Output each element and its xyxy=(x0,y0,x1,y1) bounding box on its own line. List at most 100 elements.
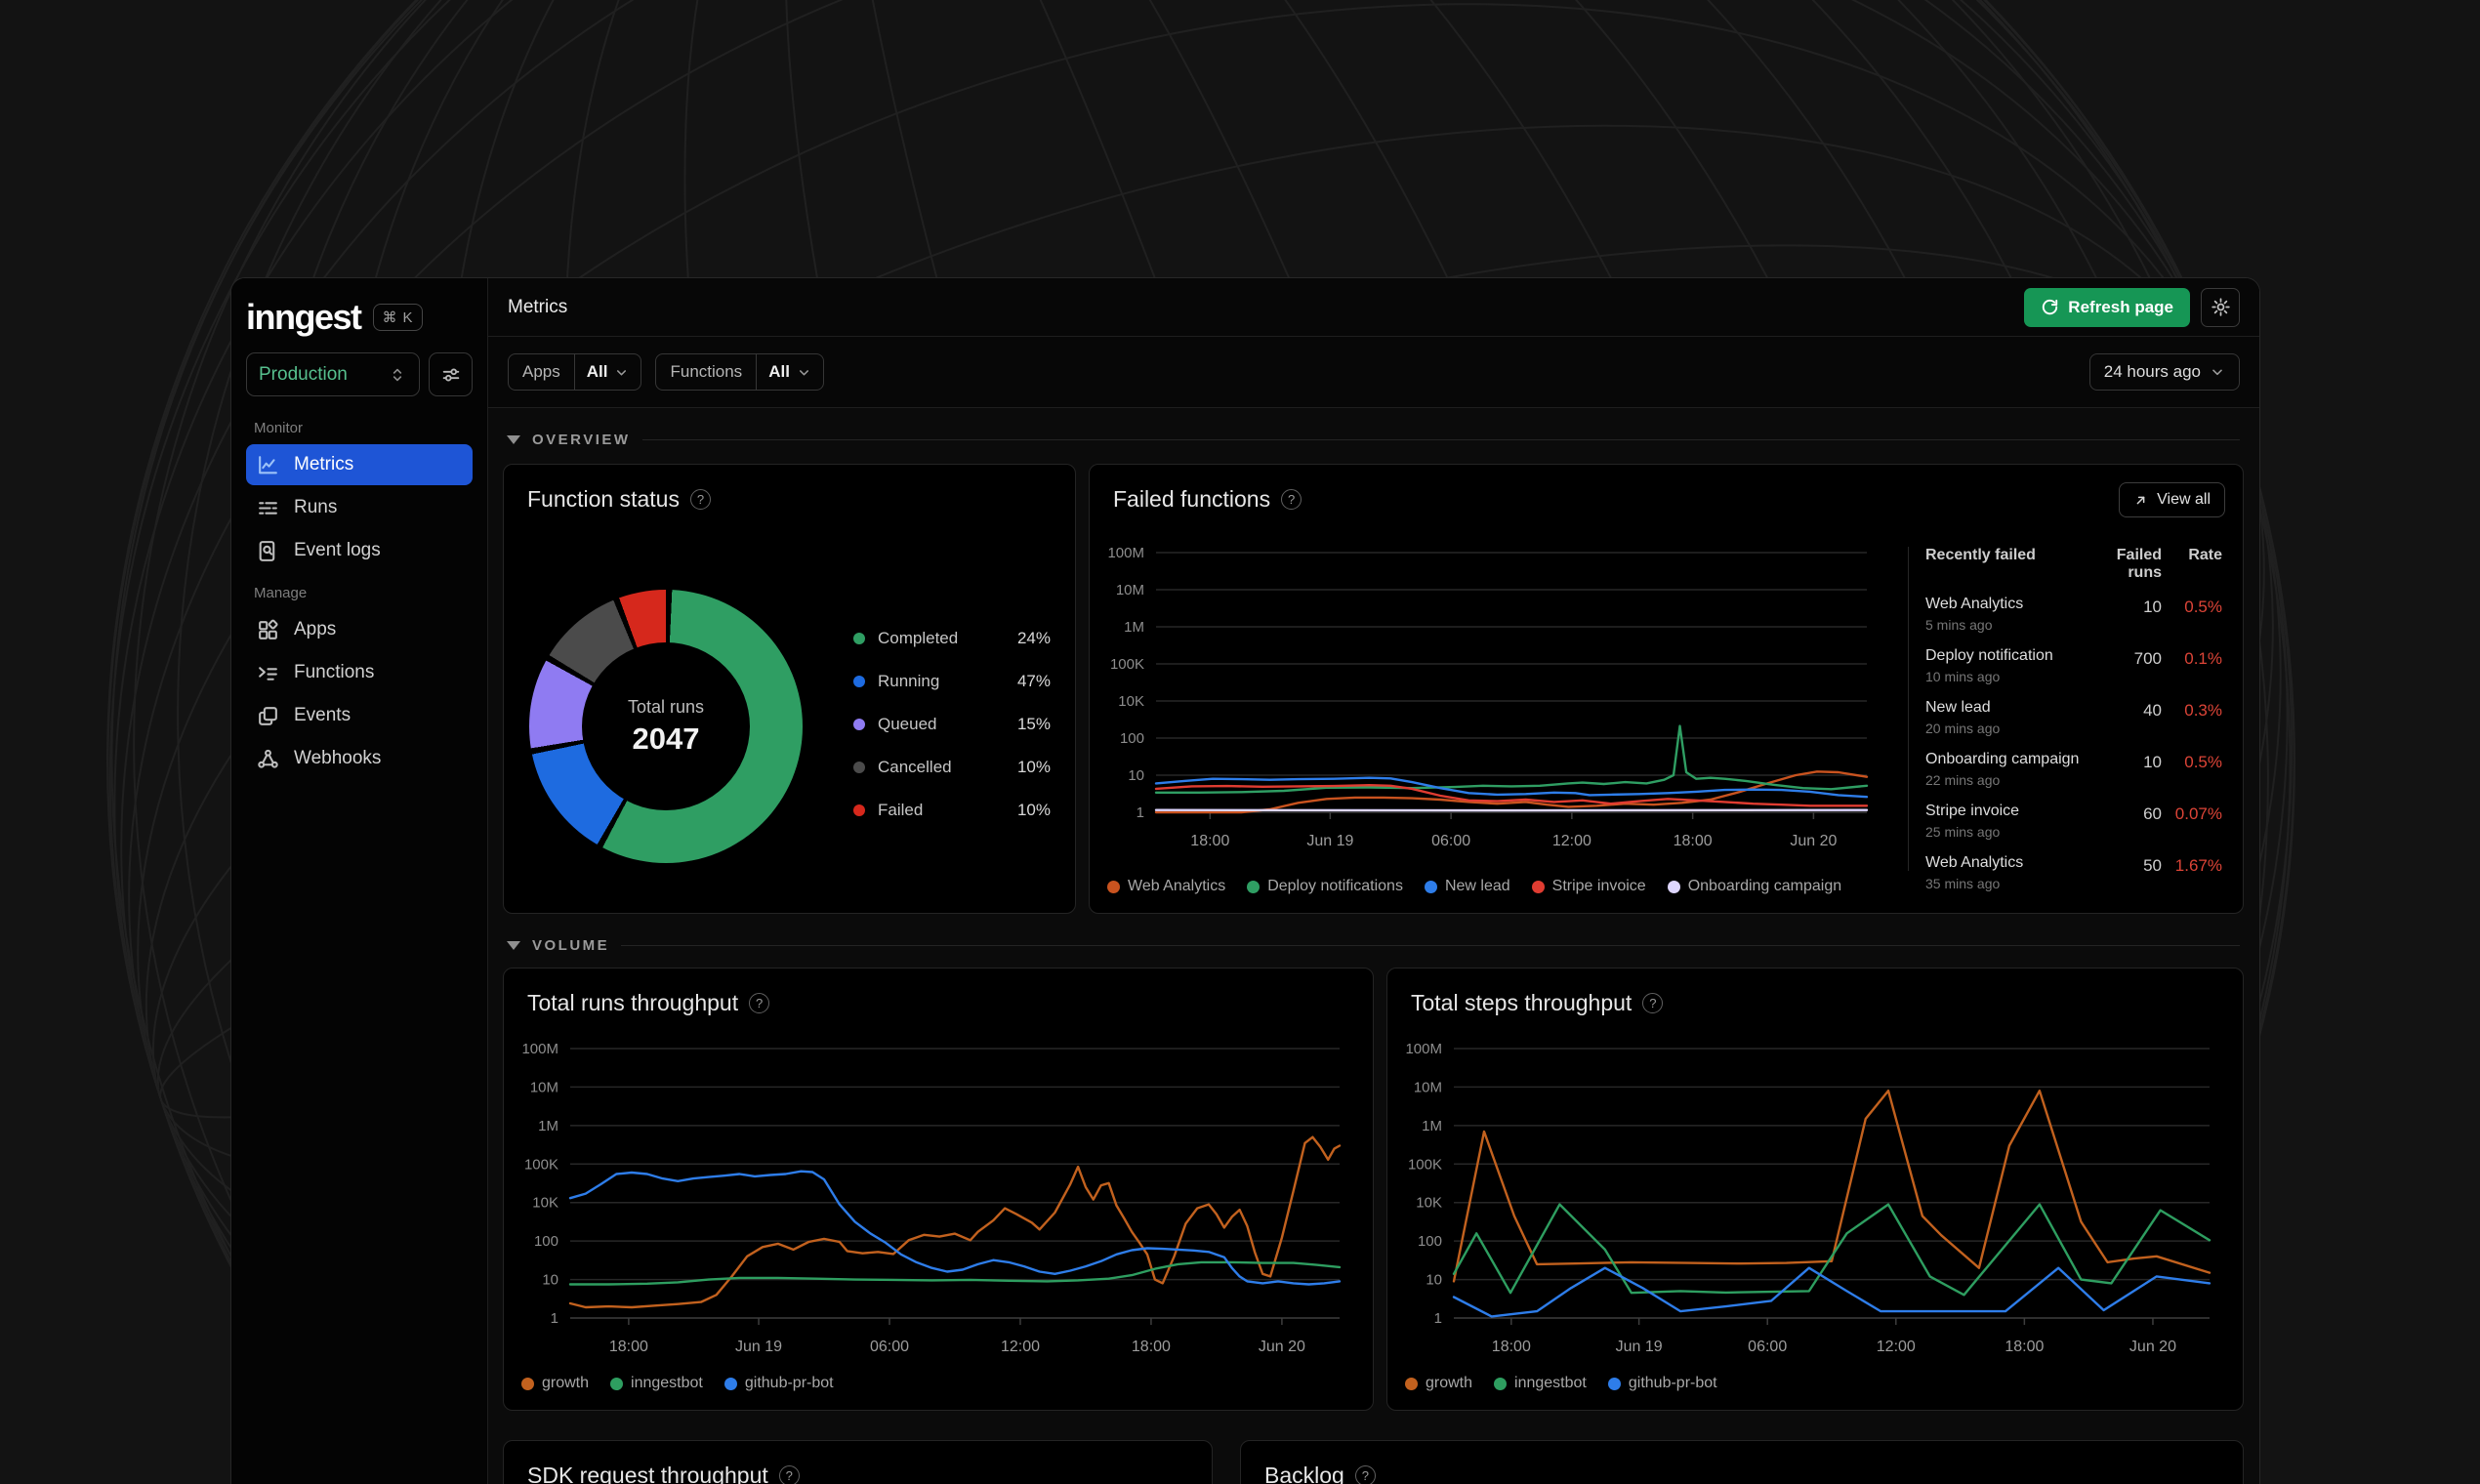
sidebar-item-label: Apps xyxy=(294,619,337,639)
function-status-donut: Total runs 2047 xyxy=(529,590,803,863)
series-line xyxy=(1452,1266,2211,1318)
volume-section-header: VOLUME xyxy=(507,937,2240,954)
functions-filter-value: All xyxy=(768,362,790,381)
collapse-caret-icon[interactable] xyxy=(507,941,520,950)
apps-filter-label: Apps xyxy=(522,362,560,381)
failed-runs-count: 700 xyxy=(2133,649,2162,668)
failed-function-row[interactable]: New lead 20 mins ago 40 0.3% xyxy=(1925,699,2222,751)
collapse-caret-icon[interactable] xyxy=(507,435,520,444)
y-axis-label: 100M xyxy=(1107,545,1144,561)
settings-button[interactable] xyxy=(2201,287,2240,327)
sidebar-item-label: Functions xyxy=(294,662,375,682)
time-range-select[interactable]: 24 hours ago xyxy=(2088,353,2240,391)
help-icon[interactable]: ? xyxy=(689,489,711,510)
legend-item: inngestbot xyxy=(610,1375,703,1392)
x-axis-label: Jun 20 xyxy=(1790,833,1837,849)
x-axis-label: 06:00 xyxy=(1748,1339,1787,1355)
metrics-chart-icon xyxy=(259,455,277,474)
sidebar-item-metrics[interactable]: Metrics xyxy=(246,444,473,485)
series-line xyxy=(1154,724,1869,794)
failed-function-row[interactable]: Web Analytics 35 mins ago 50 1.67% xyxy=(1925,854,2222,906)
failed-function-row[interactable]: Deploy notification 10 mins ago 700 0.1% xyxy=(1925,647,2222,699)
environment-select[interactable]: Production xyxy=(246,352,420,396)
legend-dot xyxy=(1107,880,1120,893)
failed-runs-count: 10 xyxy=(2143,598,2162,616)
x-axis-label: Jun 19 xyxy=(735,1339,782,1355)
sidebar-item-functions[interactable]: Functions xyxy=(246,652,473,693)
view-all-label: View all xyxy=(2157,491,2211,508)
sidebar-item-runs[interactable]: Runs xyxy=(246,487,473,528)
filter-bar: Apps All Functions All 24 hours ago xyxy=(488,337,2259,408)
failed-time: 35 mins ago xyxy=(1925,876,2001,891)
col-recently-failed: Recently failed xyxy=(1925,547,2036,563)
view-all-button[interactable]: View all xyxy=(2119,482,2225,517)
y-axis-label: 10K xyxy=(1416,1195,1442,1212)
y-axis-label: 100M xyxy=(1405,1041,1442,1057)
legend-dot xyxy=(521,1377,534,1390)
failed-function-row[interactable]: Web Analytics 5 mins ago 10 0.5% xyxy=(1925,596,2222,647)
y-axis-label: 100K xyxy=(1110,656,1144,673)
legend-item: github-pr-bot xyxy=(1607,1375,1717,1392)
function-name: Web Analytics xyxy=(1925,854,2024,871)
y-axis-label: 1 xyxy=(1137,804,1144,821)
total-runs-throughput-chart: 100M 10M 1M 100K 10K 100 10 1 18:00 Jun 19 06:00 12… xyxy=(510,1035,1355,1375)
functions-filter[interactable]: Functions All xyxy=(655,353,824,391)
x-axis-label: Jun 20 xyxy=(1259,1339,1305,1355)
y-axis-label: 100K xyxy=(524,1156,558,1173)
x-axis-label: 12:00 xyxy=(1877,1339,1916,1355)
card-title: Backlog xyxy=(1264,1463,1344,1484)
failure-rate: 0.5% xyxy=(2184,598,2222,616)
overview-section-title: OVERVIEW xyxy=(532,432,631,448)
failure-rate: 0.5% xyxy=(2184,753,2222,771)
card-title: Total steps throughput xyxy=(1411,990,1633,1015)
donut-center-value: 2047 xyxy=(632,721,700,756)
nav-section-monitor: Monitor xyxy=(254,420,304,436)
legend-item: inngestbot xyxy=(1494,1375,1587,1392)
failed-function-row[interactable]: Stripe invoice 25 mins ago 60 0.07% xyxy=(1925,803,2222,854)
failed-function-row[interactable]: Onboarding campaign 22 mins ago 10 0.5% xyxy=(1925,751,2222,803)
failed-functions-card: Failed functions ? View all 100M 10M 1M 100… xyxy=(1089,464,2244,914)
recently-failed-table: Recently failed Failed runs Rate Web Ana… xyxy=(1925,547,2222,906)
status-legend-item: Running 47% xyxy=(853,660,1051,703)
sdk-request-throughput-card: SDK request throughput ? xyxy=(503,1440,1213,1484)
status-percent: 15% xyxy=(1016,715,1051,733)
help-icon[interactable]: ? xyxy=(749,993,770,1013)
status-dot xyxy=(853,676,865,687)
y-axis-label: 10M xyxy=(530,1079,558,1095)
status-legend-item: Completed 24% xyxy=(853,617,1051,660)
y-axis-label: 1M xyxy=(538,1118,558,1134)
help-icon[interactable]: ? xyxy=(778,1465,800,1484)
sidebar-item-webhooks[interactable]: Webhooks xyxy=(246,738,473,779)
help-icon[interactable]: ? xyxy=(1281,489,1302,510)
failed-runs-count: 60 xyxy=(2143,804,2162,823)
refresh-page-button[interactable]: Refresh page xyxy=(2024,287,2190,327)
legend-item: github-pr-bot xyxy=(723,1375,834,1392)
sidebar-item-label: Events xyxy=(294,705,351,725)
failed-time: 5 mins ago xyxy=(1925,617,1993,633)
failed-time: 10 mins ago xyxy=(1925,669,2001,684)
help-icon[interactable]: ? xyxy=(1354,1465,1376,1484)
failed-runs-count: 40 xyxy=(2143,701,2162,720)
card-title: Total runs throughput xyxy=(527,990,739,1015)
y-axis-label: 1 xyxy=(1434,1310,1442,1327)
y-axis-label: 10M xyxy=(1116,582,1144,598)
failed-time: 20 mins ago xyxy=(1925,721,2001,736)
y-axis-label: 10 xyxy=(542,1272,558,1289)
section-divider xyxy=(641,439,2240,440)
environment-filter-button[interactable] xyxy=(429,352,473,396)
refresh-page-label: Refresh page xyxy=(2068,297,2173,316)
card-title: SDK request throughput xyxy=(527,1463,768,1484)
backlog-card: Backlog ? xyxy=(1240,1440,2244,1484)
status-label: Queued xyxy=(878,715,937,733)
command-k-shortcut[interactable]: ⌘ K xyxy=(372,304,423,331)
sidebar-item-apps[interactable]: Apps xyxy=(246,609,473,650)
k-key-label: K xyxy=(402,309,413,326)
sidebar-item-event-logs[interactable]: Event logs xyxy=(246,530,473,571)
y-axis-label: 10K xyxy=(532,1195,558,1212)
sidebar-item-events[interactable]: Events xyxy=(246,695,473,736)
runs-list-icon xyxy=(259,501,277,515)
apps-filter[interactable]: Apps All xyxy=(508,353,642,391)
help-icon[interactable]: ? xyxy=(1642,993,1664,1013)
x-axis-label: 18:00 xyxy=(1132,1339,1171,1355)
status-label: Running xyxy=(878,672,940,690)
